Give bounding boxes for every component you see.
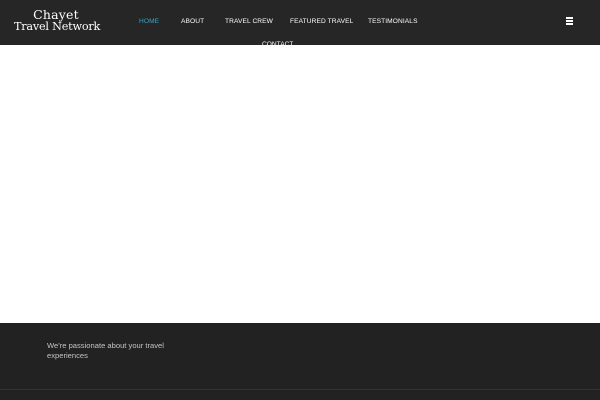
nav-item-travel-crew[interactable]: TRAVEL CREW: [225, 18, 273, 25]
nav-item-testimonials[interactable]: TESTIMONIALS: [368, 18, 418, 25]
main-content-area: [0, 45, 600, 323]
footer-tagline: We're passionate about your travel exper…: [47, 341, 164, 360]
site-logo[interactable]: Chayet Travel Network: [14, 8, 101, 33]
nav-item-home[interactable]: HOME: [139, 18, 159, 25]
site-header: Chayet Travel Network HOME ABOUT TRAVEL …: [0, 0, 600, 45]
nav-item-about[interactable]: ABOUT: [181, 18, 204, 25]
footer-divider: [0, 389, 600, 390]
nav-item-featured-travel[interactable]: FEATURED TRAVEL: [290, 18, 353, 25]
page: Chayet Travel Network HOME ABOUT TRAVEL …: [0, 0, 600, 400]
site-footer: We're passionate about your travel exper…: [0, 323, 600, 400]
hamburger-menu-icon[interactable]: [566, 17, 573, 25]
logo-line-2: Travel Network: [14, 20, 101, 33]
